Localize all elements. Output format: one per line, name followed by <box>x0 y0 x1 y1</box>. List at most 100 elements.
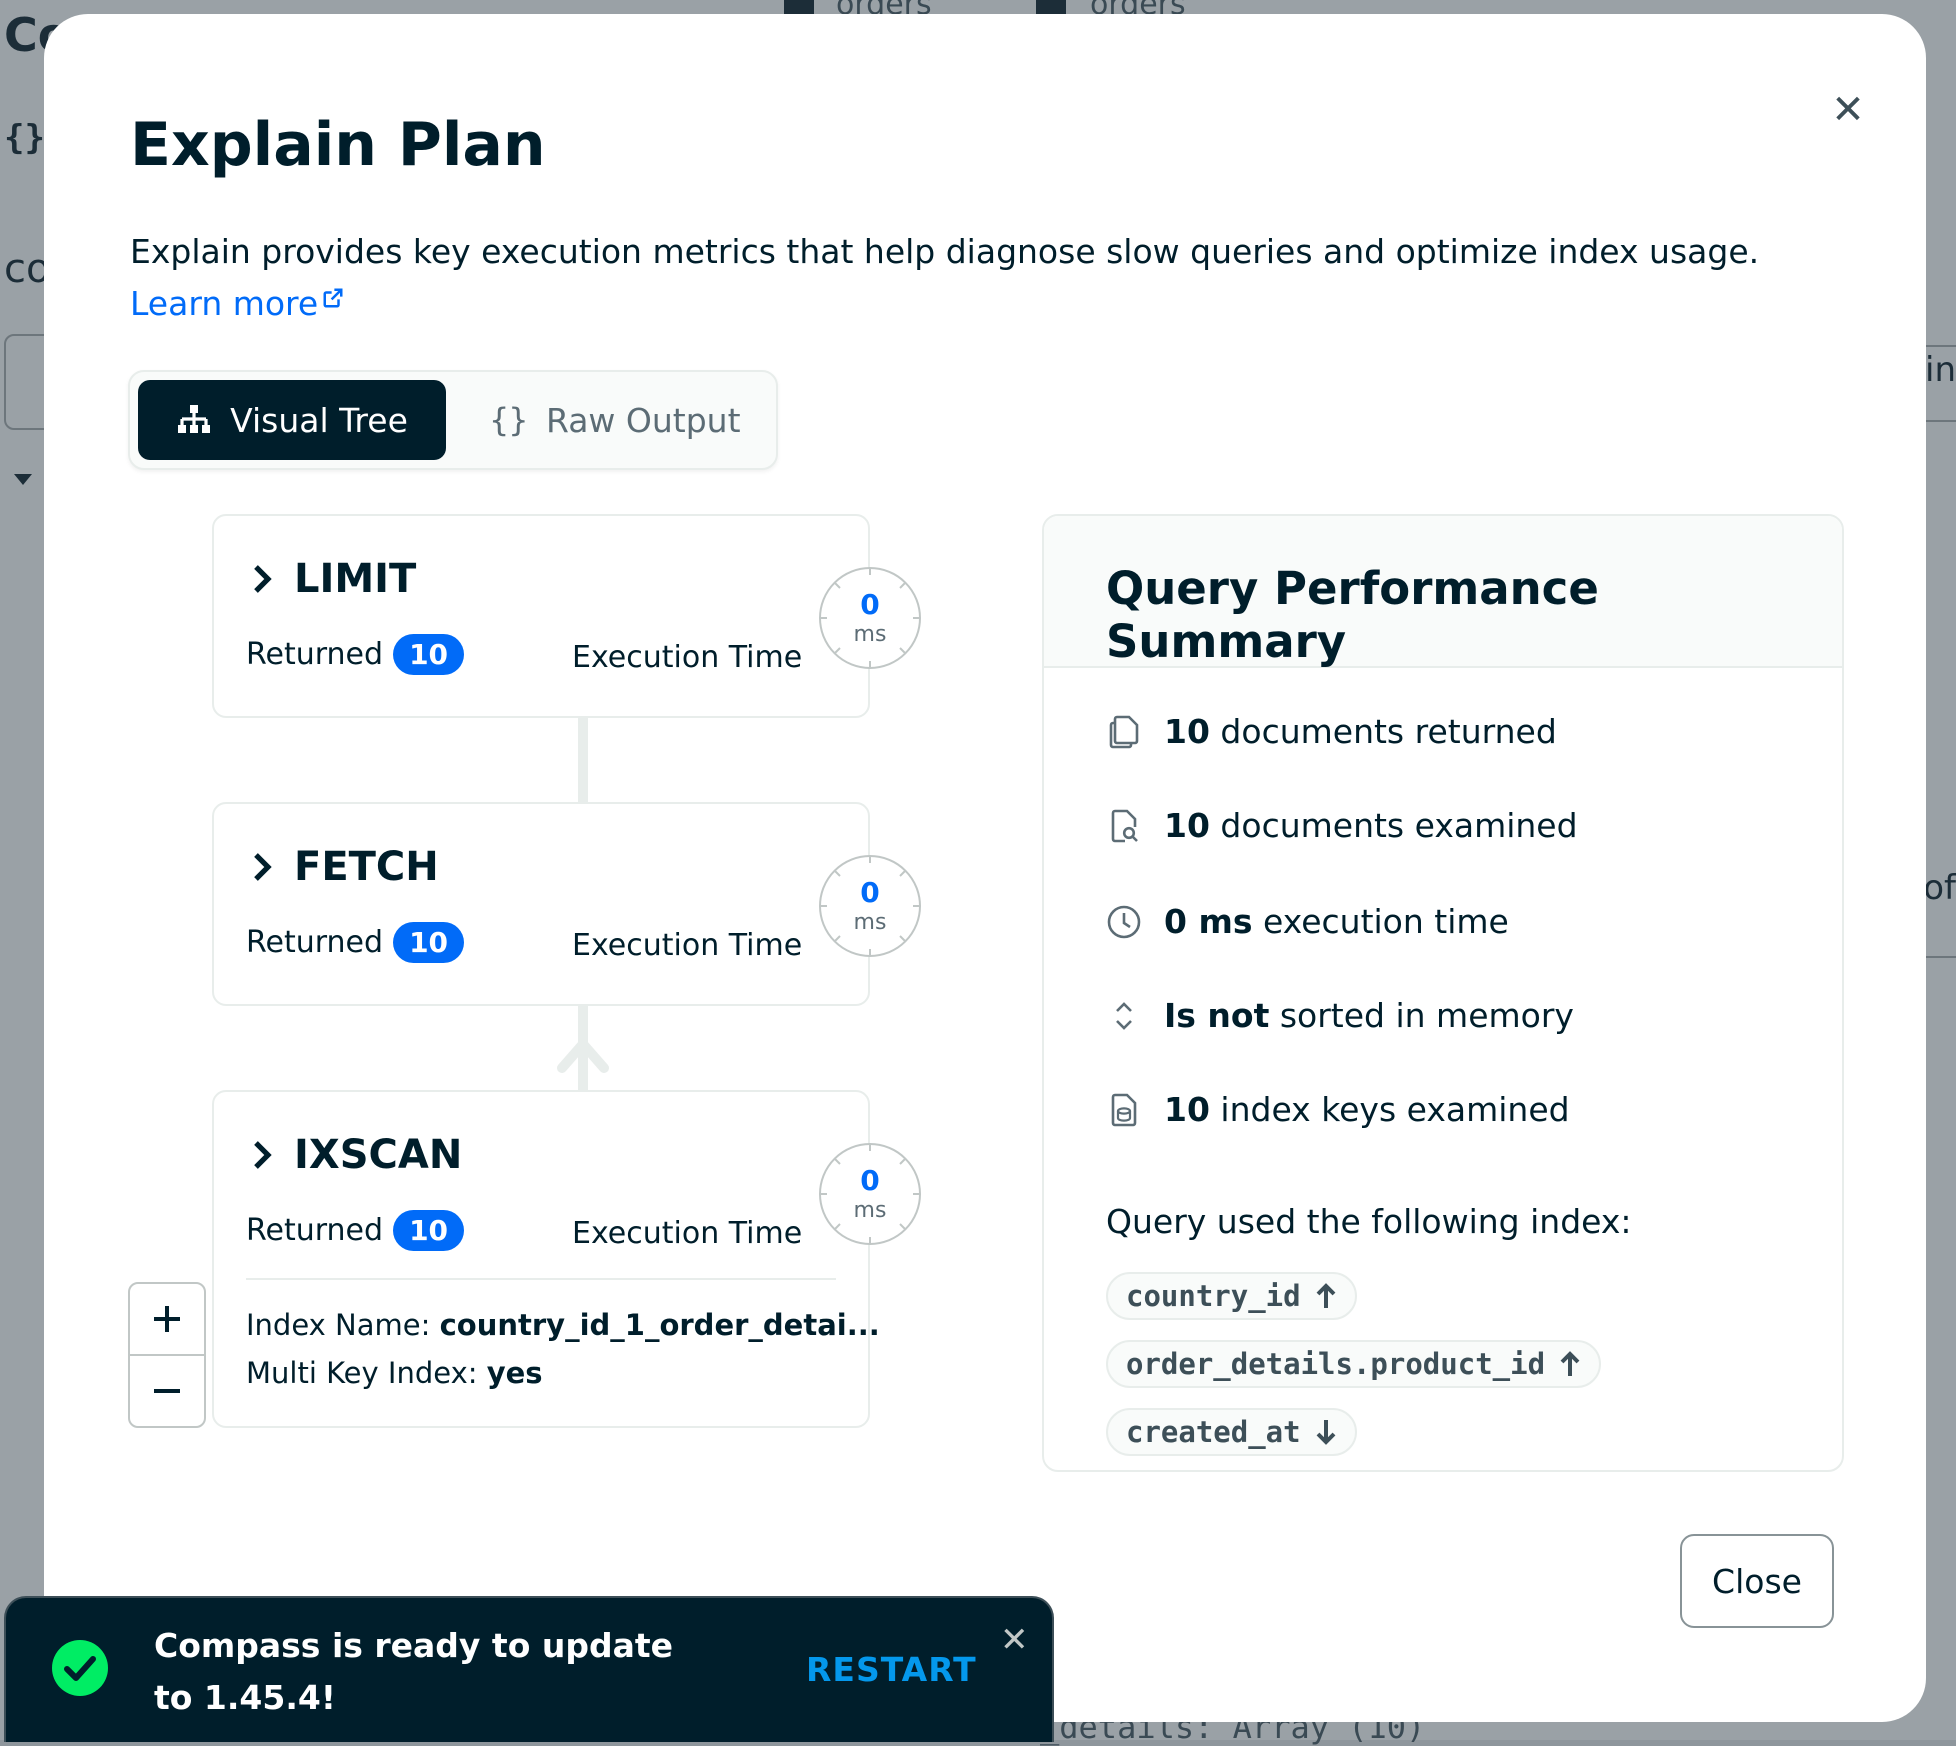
toast-close-icon[interactable]: ✕ <box>1000 1620 1029 1660</box>
index-field-chip: created_at <box>1106 1408 1357 1456</box>
visual-tree-tab[interactable]: Visual Tree <box>138 380 446 460</box>
index-field-chip: country_id <box>1106 1272 1357 1320</box>
summary-row-execution-time: 0 ms execution time <box>1106 902 1509 941</box>
background-tab-icon <box>784 0 814 14</box>
index-icon <box>1106 1092 1142 1128</box>
close-button[interactable]: Close <box>1680 1534 1834 1628</box>
summary-row-documents-examined: 10 documents examined <box>1106 806 1578 845</box>
summary-row-index-keys-examined: 10 index keys examined <box>1106 1090 1570 1129</box>
learn-more-label: Learn more <box>130 284 319 323</box>
chevron-right-icon <box>254 565 272 593</box>
chevron-right-icon <box>254 1141 272 1169</box>
execution-time-unit: ms <box>853 1198 887 1223</box>
summary-row-value: 10 <box>1164 1090 1210 1129</box>
zoom-in-button[interactable] <box>130 1284 204 1354</box>
summary-row-value: Is not <box>1164 996 1270 1035</box>
modal-close-icon[interactable]: ✕ <box>1826 88 1870 132</box>
stage-expand-toggle[interactable]: LIMIT <box>252 556 416 602</box>
summary-row-text: 10 documents returned <box>1164 712 1557 751</box>
raw-output-tab[interactable]: {} Raw Output <box>462 380 768 460</box>
minus-icon <box>154 1389 180 1393</box>
modal-description: Explain provides key execution metrics t… <box>130 226 1850 330</box>
summary-row-label: index keys examined <box>1209 1090 1570 1129</box>
clock-icon <box>1106 904 1142 940</box>
summary-row-text: 10 index keys examined <box>1164 1090 1570 1129</box>
summary-row-value: 0 ms <box>1164 902 1253 941</box>
visual-tree-label: Visual Tree <box>230 400 408 440</box>
stage-name: IXSCAN <box>294 1132 463 1178</box>
arrow-down-icon <box>1316 1420 1336 1445</box>
raw-output-label: Raw Output <box>545 400 741 440</box>
plus-icon <box>154 1306 180 1332</box>
returned-info: Returned 10 <box>246 634 465 675</box>
summary-row-label: sorted in memory <box>1269 996 1574 1035</box>
execution-time-unit: ms <box>853 622 887 647</box>
background-divider <box>1926 420 1956 422</box>
stage-expand-toggle[interactable]: FETCH <box>252 844 439 890</box>
tree-icon <box>178 405 211 433</box>
background-caret-icon <box>14 474 32 485</box>
returned-label: Returned <box>246 925 384 960</box>
execution-time-value: 0 <box>860 1164 880 1197</box>
background-text: of <box>1923 868 1956 908</box>
summary-row-value: 10 <box>1164 806 1210 845</box>
summary-title: Query Performance Summary <box>1106 562 1599 668</box>
stage-expand-toggle[interactable]: IXSCAN <box>252 1132 462 1178</box>
background-tab: orders <box>836 0 932 14</box>
arrow-up-icon <box>1316 1283 1336 1308</box>
arrow-up-icon <box>557 1040 609 1073</box>
execution-time-label: Execution Time <box>572 928 803 963</box>
multi-key-value: yes <box>486 1356 543 1390</box>
index-name-value: country_id_1_order_detai... <box>439 1308 880 1342</box>
returned-info: Returned 10 <box>246 922 465 963</box>
summary-row-sorted-in-memory: Is not sorted in memory <box>1106 996 1574 1035</box>
stage-card-ixscan: IXSCAN Returned 10 Execution Time 0 ms I… <box>212 1090 921 1428</box>
background-divider <box>1926 956 1956 958</box>
index-field-name: order_details.product_id <box>1126 1347 1546 1381</box>
stage-card-limit: LIMIT Returned 10 Execution Time 0 ms <box>212 514 921 718</box>
update-toast: Compass is ready to update to 1.45.4! RE… <box>4 1596 1054 1742</box>
execution-time-clock: 0 ms <box>818 566 922 670</box>
view-toggle: Visual Tree {} Raw Output <box>128 370 778 470</box>
toast-message: Compass is ready to update to 1.45.4! <box>154 1626 674 1717</box>
background-text: in <box>1925 350 1956 390</box>
summary-row-label: documents examined <box>1209 806 1578 845</box>
returned-badge: 10 <box>393 634 465 675</box>
summary-header: Query Performance Summary <box>1044 516 1842 668</box>
index-name-row: Index Name: country_id_1_order_detai... <box>246 1308 880 1342</box>
background-tab: orders <box>1090 0 1186 14</box>
background-braces: {} <box>4 118 45 158</box>
arrow-up-icon <box>1560 1351 1580 1376</box>
learn-more-link[interactable]: Learn more <box>130 284 344 323</box>
summary-row-text: 0 ms execution time <box>1164 902 1509 941</box>
index-name-label: Index Name: <box>246 1308 431 1342</box>
execution-time-label: Execution Time <box>572 1216 803 1251</box>
returned-info: Returned 10 <box>246 1210 465 1251</box>
returned-label: Returned <box>246 1213 384 1248</box>
summary-row-label: documents returned <box>1209 712 1557 751</box>
stage-name: LIMIT <box>294 556 417 602</box>
index-field-name: country_id <box>1126 1279 1301 1313</box>
braces-icon: {} <box>489 401 528 439</box>
summary-row-value: 10 <box>1164 712 1210 751</box>
returned-label: Returned <box>246 637 384 672</box>
index-field-chip: order_details.product_id <box>1106 1340 1602 1388</box>
restart-button[interactable]: RESTART <box>806 1650 977 1689</box>
modal-title: Explain Plan <box>130 110 546 180</box>
sort-icon <box>1106 998 1142 1034</box>
background-divider <box>1926 345 1956 347</box>
execution-time-clock: 0 ms <box>818 854 922 958</box>
check-circle-icon <box>52 1640 108 1696</box>
execution-time-label: Execution Time <box>572 640 803 675</box>
execution-time-clock: 0 ms <box>818 1142 922 1246</box>
zoom-out-button[interactable] <box>130 1356 204 1426</box>
query-performance-summary: Query Performance Summary 10 documents r… <box>1042 514 1844 1472</box>
zoom-controls <box>128 1282 206 1428</box>
returned-badge: 10 <box>393 1210 465 1251</box>
external-link-icon <box>323 288 343 308</box>
explain-plan-modal: ✕ Explain Plan Explain provides key exec… <box>44 14 1926 1722</box>
index-used-label: Query used the following index: <box>1106 1202 1632 1241</box>
chevron-right-icon <box>254 853 272 881</box>
stage-name: FETCH <box>294 844 439 890</box>
index-field-name: created_at <box>1126 1415 1301 1449</box>
